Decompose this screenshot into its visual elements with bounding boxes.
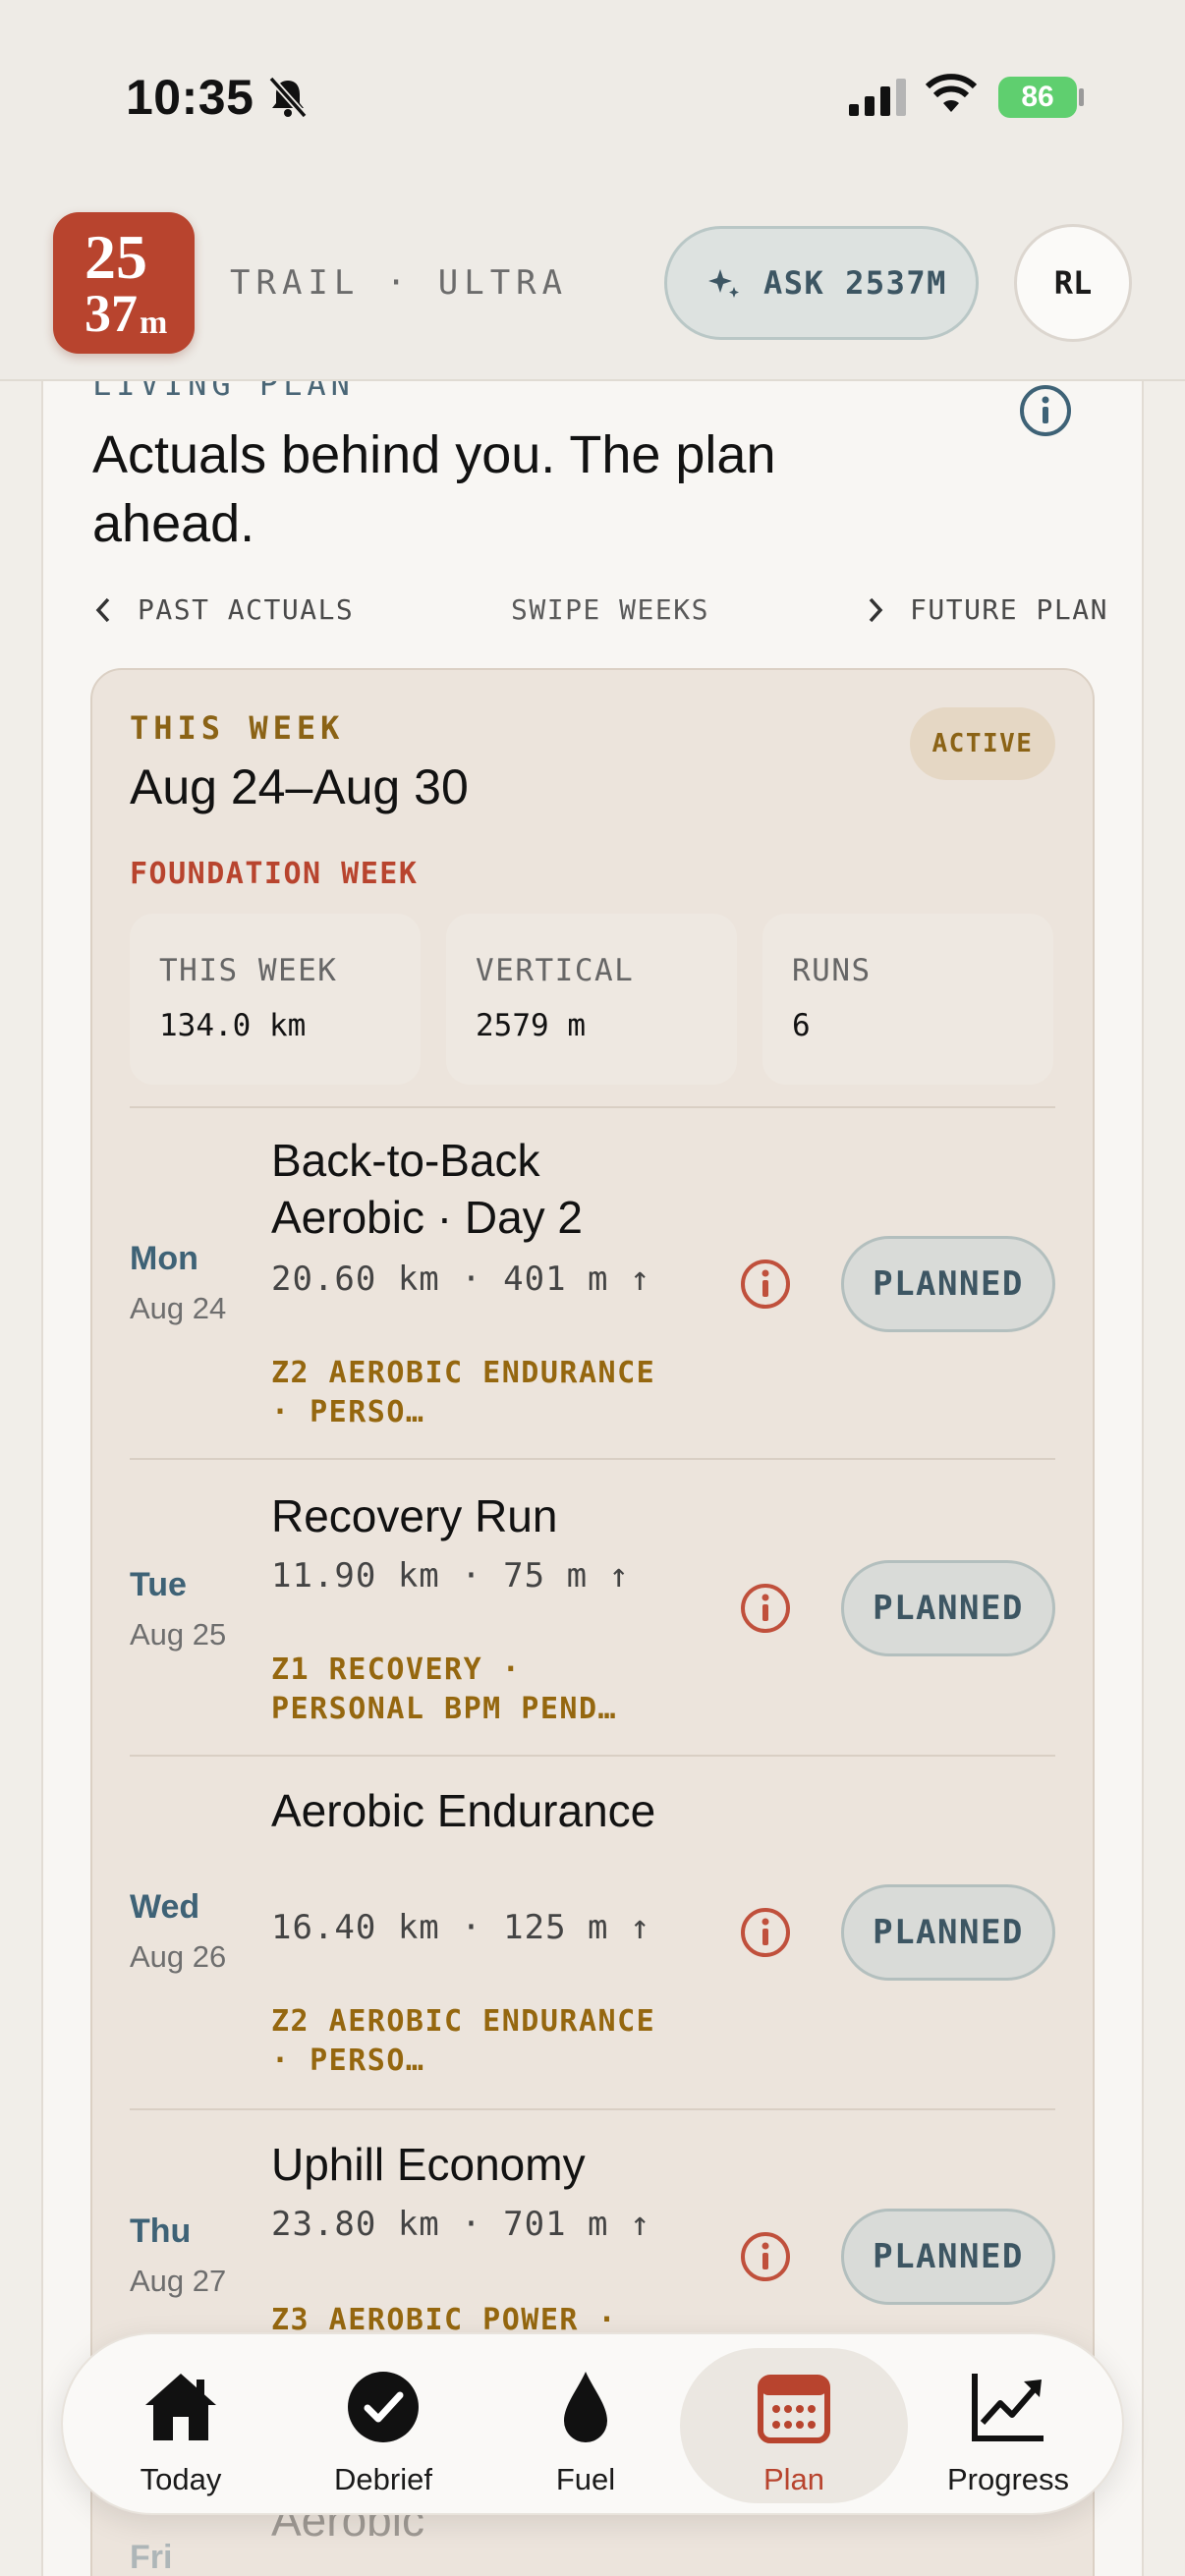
divider bbox=[130, 2108, 1055, 2110]
session-zone: Z2 AEROBIC ENDURANCE · PERSO… bbox=[271, 2004, 656, 2078]
stat-value: 2579 m bbox=[476, 1008, 586, 1043]
tab-today[interactable]: Today bbox=[79, 2348, 283, 2503]
bell-muted-icon bbox=[268, 76, 308, 119]
stat-value: 6 bbox=[792, 1008, 811, 1043]
stat-label: VERTICAL bbox=[476, 953, 635, 988]
tab-label: Plan bbox=[762, 2462, 825, 2496]
tab-label: Fuel bbox=[555, 2462, 616, 2496]
battery-cap bbox=[1079, 88, 1084, 106]
divider bbox=[130, 1458, 1055, 1460]
info-icon[interactable] bbox=[1018, 383, 1073, 438]
session-date: Aug 25 bbox=[130, 1617, 227, 1652]
chevron-left-icon bbox=[95, 597, 110, 622]
session-meta: 23.80 km · 701 m ↑ bbox=[271, 2205, 651, 2244]
cellular-signal-icon bbox=[849, 79, 906, 116]
divider bbox=[130, 1106, 1055, 1108]
session-meta: 11.90 km · 75 m ↑ bbox=[271, 1556, 630, 1596]
stat-vertical: VERTICAL 2579 m bbox=[446, 914, 737, 1085]
calendar-icon bbox=[758, 2375, 830, 2443]
tab-plan[interactable]: Plan bbox=[680, 2348, 908, 2503]
tab-label: Progress bbox=[946, 2462, 1070, 2496]
session-date: Aug 26 bbox=[130, 1939, 227, 1974]
session-title: Aerobic Endurance bbox=[271, 1785, 656, 1836]
stat-label: THIS WEEK bbox=[159, 953, 338, 988]
avatar[interactable]: RL bbox=[1014, 224, 1132, 342]
future-plan-link[interactable]: FUTURE PLAN bbox=[865, 593, 1108, 626]
tab-progress[interactable]: Progress bbox=[906, 2348, 1110, 2503]
session-day: Mon bbox=[130, 1240, 198, 1277]
week-range: Aug 24–Aug 30 bbox=[130, 759, 469, 814]
battery-indicator: 86 bbox=[998, 77, 1077, 118]
session-zone: Z1 RECOVERY · PERSONAL BPM PEND… bbox=[271, 1652, 618, 1726]
info-icon[interactable] bbox=[739, 1258, 792, 1311]
session-date: Aug 27 bbox=[130, 2264, 227, 2298]
stat-runs: RUNS 6 bbox=[762, 914, 1053, 1085]
session-day: Thu bbox=[130, 2212, 192, 2250]
check-circle-icon bbox=[348, 2372, 419, 2442]
wifi-icon bbox=[925, 74, 978, 112]
info-icon[interactable] bbox=[739, 2230, 792, 2283]
tab-debrief[interactable]: Debrief bbox=[281, 2348, 485, 2503]
planned-badge[interactable]: PLANNED bbox=[841, 1236, 1055, 1332]
drop-icon bbox=[564, 2372, 607, 2442]
ask-assistant-button[interactable]: ASK 2537M bbox=[664, 226, 979, 340]
chevron-right-icon bbox=[869, 597, 883, 622]
app-logo[interactable]: 25 37 m bbox=[53, 212, 195, 354]
planned-badge[interactable]: PLANNED bbox=[841, 1884, 1055, 1981]
stat-distance: THIS WEEK 134.0 km bbox=[130, 914, 421, 1085]
planned-badge[interactable]: PLANNED bbox=[841, 2209, 1055, 2305]
tab-label: Debrief bbox=[334, 2462, 432, 2496]
session-title: Back-to-Back Aerobic · Day 2 bbox=[271, 1135, 584, 1243]
info-icon[interactable] bbox=[739, 1582, 792, 1635]
tab-label: Today bbox=[140, 2462, 222, 2496]
session-day: Wed bbox=[130, 1888, 200, 1926]
trend-chart-icon bbox=[972, 2374, 1044, 2441]
session-date: Aug 24 bbox=[130, 1291, 227, 1325]
stat-label: RUNS bbox=[792, 953, 872, 988]
session-title: Uphill Economy bbox=[271, 2139, 586, 2190]
info-icon[interactable] bbox=[739, 1906, 792, 1959]
status-time: 10:35 bbox=[126, 70, 254, 125]
session-meta: 20.60 km · 401 m ↑ bbox=[271, 1260, 651, 1299]
bottom-tab-bar: Today Debrief Fuel Plan Progress bbox=[61, 2332, 1124, 2515]
session-day: Tue bbox=[130, 1566, 187, 1603]
week-label: THIS WEEK bbox=[130, 709, 345, 747]
past-actuals-label: PAST ACTUALS bbox=[138, 593, 355, 626]
brand-subtitle: TRAIL · ULTRA bbox=[230, 263, 569, 303]
page-headline: Actuals behind you. The plan ahead. bbox=[92, 425, 776, 553]
status-badge: ACTIVE bbox=[910, 707, 1055, 780]
swipe-weeks-hint: SWIPE WEEKS bbox=[511, 593, 709, 626]
home-icon bbox=[145, 2374, 216, 2440]
stat-value: 134.0 km bbox=[159, 1008, 307, 1043]
divider bbox=[130, 1755, 1055, 1757]
planned-badge[interactable]: PLANNED bbox=[841, 1560, 1055, 1656]
past-actuals-link[interactable]: PAST ACTUALS bbox=[92, 593, 354, 626]
sparkle-icon bbox=[708, 269, 739, 298]
week-phase: FOUNDATION WEEK bbox=[130, 857, 419, 891]
ask-assistant-label: ASK 2537M bbox=[763, 264, 947, 302]
session-day: Fri bbox=[130, 2539, 173, 2576]
session-title: Recovery Run bbox=[271, 1490, 558, 1541]
app-header: 10:35 86 25 37 m TRAIL · ULTRA ASK 2537M… bbox=[0, 0, 1185, 381]
session-meta: 16.40 km · 125 m ↑ bbox=[271, 1908, 651, 1947]
future-plan-label: FUTURE PLAN bbox=[910, 593, 1108, 626]
session-zone: Z2 AEROBIC ENDURANCE · PERSO… bbox=[271, 1356, 656, 1429]
tab-fuel[interactable]: Fuel bbox=[483, 2348, 688, 2503]
